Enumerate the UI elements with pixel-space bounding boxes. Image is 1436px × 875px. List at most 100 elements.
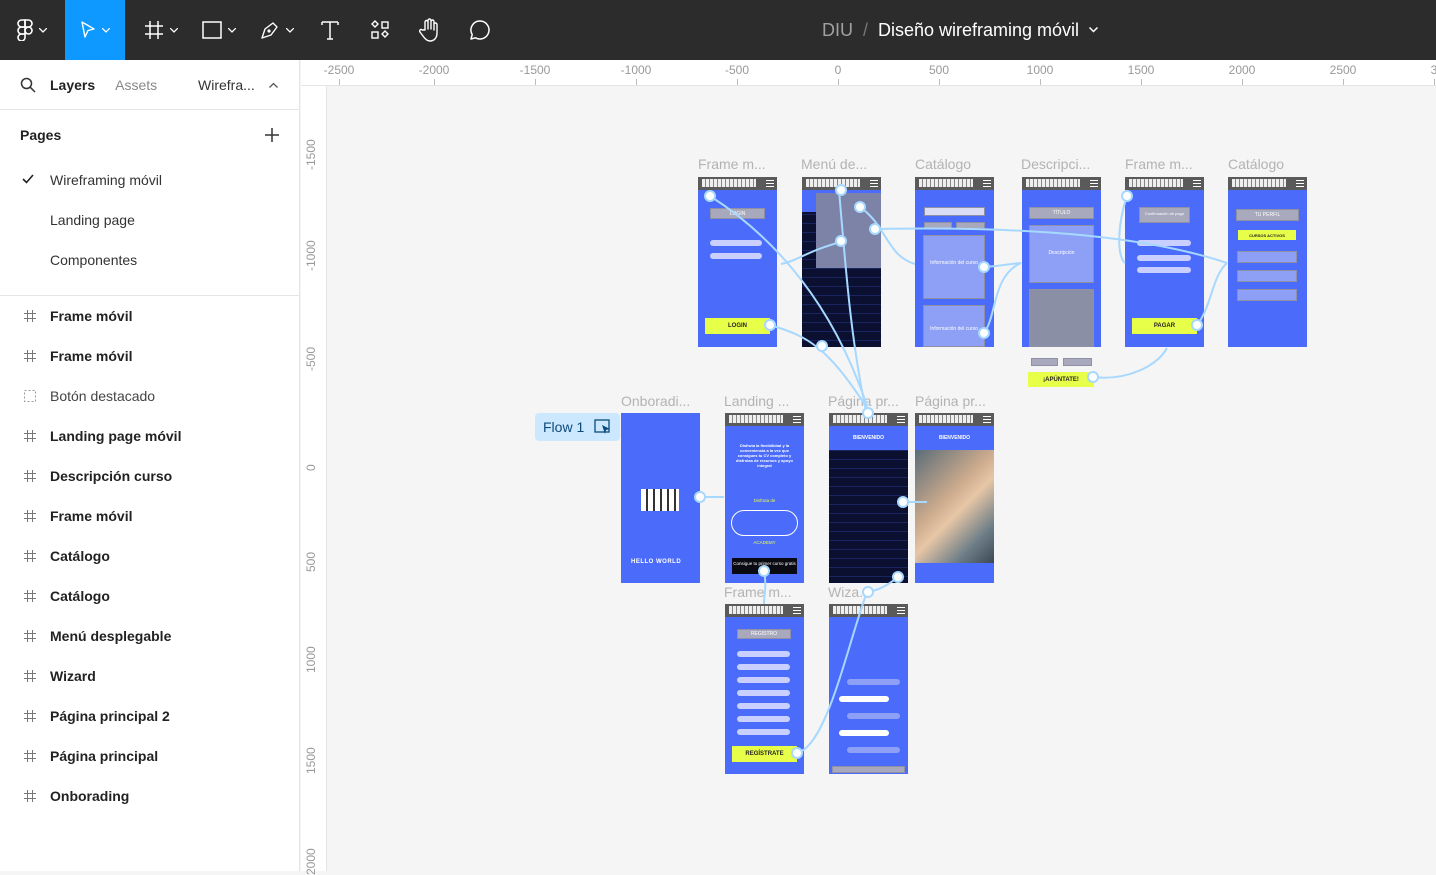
- chevron-down-icon: [170, 27, 178, 33]
- page-item[interactable]: Wireframing móvil: [0, 160, 299, 200]
- title-separator: /: [862, 19, 868, 40]
- current-page-selector[interactable]: Wirefra...: [198, 77, 278, 93]
- layers-list: Frame móvil Frame móvil Botón destacado Lan…: [0, 296, 299, 816]
- check-icon: [22, 174, 34, 184]
- layer-label: Frame móvil: [50, 308, 133, 324]
- ruler-tick-label: -1500: [304, 139, 318, 170]
- shape-tool-button[interactable]: [192, 0, 246, 60]
- page-label: Componentes: [50, 252, 138, 268]
- layer-item[interactable]: Frame móvil: [0, 296, 299, 336]
- connector-node[interactable]: [1121, 190, 1133, 202]
- layer-item[interactable]: Catálogo: [0, 576, 299, 616]
- pen-tool-button[interactable]: [250, 0, 304, 60]
- hand-icon: [419, 18, 438, 42]
- figma-logo-icon: [17, 19, 33, 41]
- ruler-tick: [434, 79, 435, 85]
- layer-item[interactable]: Descripción curso: [0, 456, 299, 496]
- layer-item[interactable]: Catálogo: [0, 536, 299, 576]
- chevron-down-icon[interactable]: [1089, 27, 1099, 33]
- add-page-icon[interactable]: [265, 128, 279, 142]
- ruler-tick: [939, 79, 940, 85]
- connector-line: [874, 227, 1228, 264]
- page-label: Wireframing móvil: [50, 172, 163, 188]
- move-tool-button[interactable]: [65, 0, 125, 60]
- connector-node[interactable]: [978, 261, 990, 273]
- file-name[interactable]: Diseño wireframing móvil: [878, 20, 1079, 41]
- layer-item[interactable]: Landing page móvil: [0, 416, 299, 456]
- connector-node[interactable]: [1191, 319, 1203, 331]
- design-canvas[interactable]: Frame m... Menú de... Catálogo Descripci…: [327, 86, 1436, 871]
- ruler-tick-label: -2000: [418, 63, 450, 77]
- frame-icon: [24, 710, 36, 722]
- connector-node[interactable]: [862, 407, 874, 419]
- layer-item[interactable]: Botón destacado: [0, 376, 299, 416]
- connector-node[interactable]: [758, 565, 770, 577]
- ruler-tick: [1434, 79, 1435, 85]
- chevron-up-icon: [268, 82, 278, 88]
- connector-node[interactable]: [854, 201, 866, 213]
- frame-tool-button[interactable]: [134, 0, 188, 60]
- chevron-down-icon: [286, 27, 294, 33]
- tab-assets[interactable]: Assets: [115, 77, 157, 93]
- connector-node[interactable]: [862, 586, 874, 598]
- text-tool-button[interactable]: [310, 0, 350, 60]
- connector-node[interactable]: [791, 747, 803, 759]
- comment-bubble-icon: [470, 20, 490, 40]
- connector-line: [796, 591, 868, 754]
- connector-line: [1092, 347, 1168, 379]
- comment-tool-button[interactable]: [460, 0, 500, 60]
- ruler-tick: [535, 79, 536, 85]
- connector-node[interactable]: [892, 571, 904, 583]
- connector-node[interactable]: [978, 327, 990, 339]
- layer-item[interactable]: Menú desplegable: [0, 616, 299, 656]
- search-icon[interactable]: [20, 77, 36, 93]
- project-name[interactable]: DIU: [822, 20, 853, 41]
- layers-sidebar: Layers Assets Wirefra... Pages Wireframi…: [0, 60, 300, 871]
- ruler-tick: [1242, 79, 1243, 85]
- layer-item[interactable]: Página principal 2: [0, 696, 299, 736]
- main-menu-button[interactable]: [0, 0, 64, 60]
- layer-label: Frame móvil: [50, 348, 133, 364]
- layer-item[interactable]: Onborading: [0, 776, 299, 816]
- connector-node[interactable]: [1087, 371, 1099, 383]
- connector-node[interactable]: [816, 340, 828, 352]
- layer-label: Descripción curso: [50, 468, 173, 484]
- frame-icon: [24, 590, 36, 602]
- connector-node[interactable]: [835, 184, 847, 196]
- current-page-label: Wirefra...: [198, 76, 255, 93]
- connector-node[interactable]: [897, 496, 909, 508]
- page-item[interactable]: Componentes: [0, 240, 299, 280]
- ruler-tick-label: -1000: [304, 240, 318, 271]
- layer-item[interactable]: Frame móvil: [0, 336, 299, 376]
- ruler-tick-label: 0: [834, 63, 842, 77]
- component-icon: [24, 390, 36, 402]
- frame-icon: [24, 750, 36, 762]
- layer-label: Página principal 2: [50, 708, 170, 724]
- pages-title: Pages: [20, 127, 62, 143]
- resources-button[interactable]: [360, 0, 400, 60]
- frame-icon: [24, 790, 36, 802]
- document-title[interactable]: DIU / Diseño wireframing móvil: [760, 0, 1160, 60]
- layer-item[interactable]: Frame móvil: [0, 496, 299, 536]
- layer-item[interactable]: Wizard: [0, 656, 299, 696]
- connector-node[interactable]: [835, 235, 847, 247]
- text-t-icon: [321, 21, 339, 40]
- connector-node[interactable]: [694, 491, 706, 503]
- pages-header: Pages: [0, 110, 299, 160]
- rectangle-icon: [202, 21, 222, 39]
- connector-node[interactable]: [764, 319, 776, 331]
- hand-tool-button[interactable]: [410, 0, 450, 60]
- tab-layers[interactable]: Layers: [50, 77, 95, 93]
- page-item[interactable]: Landing page: [0, 200, 299, 240]
- ruler-tick: [1141, 79, 1142, 85]
- chevron-down-icon: [228, 27, 236, 33]
- layer-item[interactable]: Página principal: [0, 736, 299, 776]
- cursor-arrow-icon: [81, 21, 95, 38]
- frame-icon: [24, 310, 36, 322]
- ruler-tick: [636, 79, 637, 85]
- connector-node[interactable]: [704, 190, 716, 202]
- ruler-tick: [737, 79, 738, 85]
- layer-label: Catálogo: [50, 588, 110, 604]
- connector-node[interactable]: [869, 223, 881, 235]
- ruler-tick-label: 2000: [1228, 63, 1256, 77]
